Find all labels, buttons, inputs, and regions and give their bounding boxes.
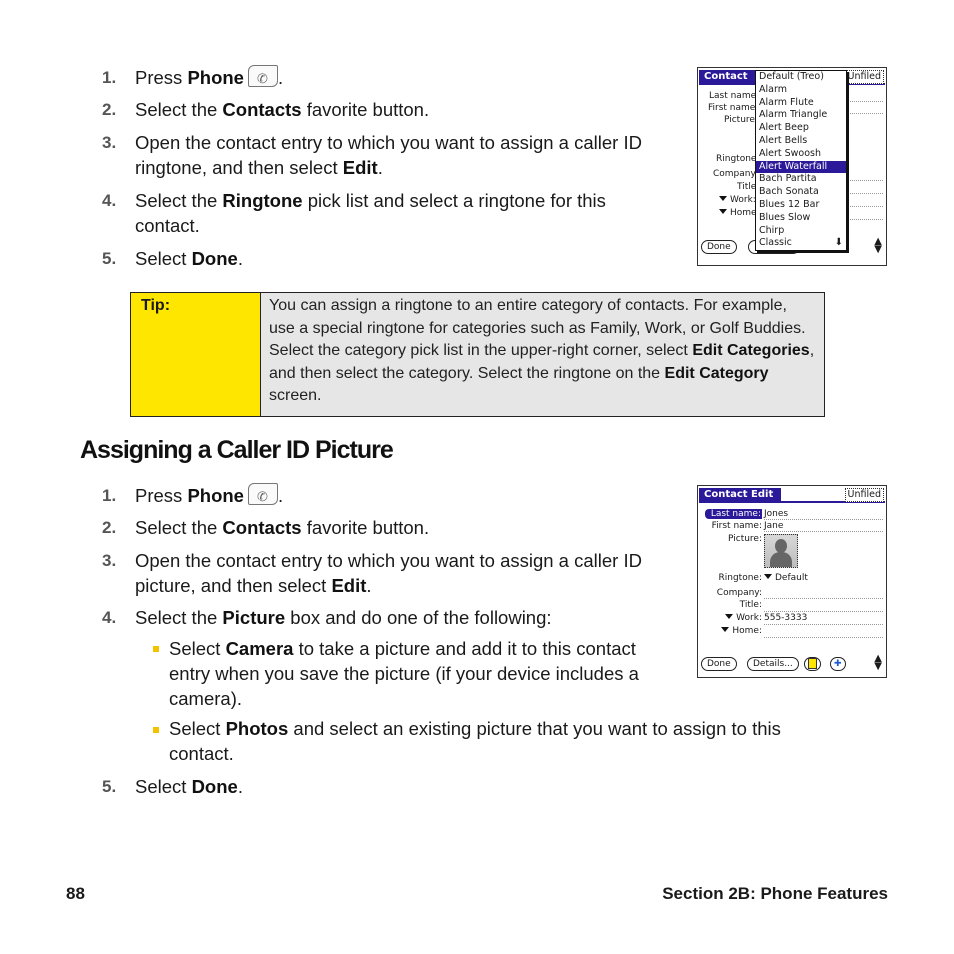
screen-title: Contact Edit [699,488,781,502]
dropdown-arrow-icon [719,209,727,214]
screen-title: Contact [699,70,757,84]
last-name-label: Last name: [704,509,762,519]
ringtone-option[interactable]: Alert Swoosh [756,148,846,161]
tip-label: Tip: [131,293,261,416]
person-silhouette-icon [775,539,787,553]
category-picker[interactable]: Unfiled [844,70,884,84]
first-name-field[interactable]: Jane [764,521,783,531]
phone-key-icon [247,483,278,509]
dropdown-arrow-icon [764,574,772,579]
scroll-arrows-icon[interactable]: ▲ ▼ [874,654,882,672]
ringtone-option[interactable]: Blues 12 Bar [756,199,846,212]
ringtone-screenshot: Contact Unfiled Last name: First name: P… [697,67,887,266]
ringtone-option[interactable]: Alarm Triangle [756,109,846,122]
done-button[interactable]: Done [701,657,737,671]
dropdown-arrow-icon [725,614,734,619]
bullet-icon [153,727,159,733]
home-field-label: Home: [719,208,760,218]
ringtone-option[interactable]: Blues Slow [756,212,846,225]
ringtone-option[interactable]: Alarm [756,84,846,97]
work-field-label[interactable]: Work: [725,613,762,623]
scroll-arrows-icon[interactable]: ▲ ▼ [874,237,882,255]
category-picker[interactable]: Unfiled [844,488,884,502]
section-footer: Section 2B: Phone Features [662,884,888,903]
done-button[interactable]: Done [701,240,737,254]
ringtone-pick-list[interactable]: Default (Treo) Alarm Alarm Flute Alarm Tria… [755,70,847,252]
ringtone-option[interactable]: Alert Waterfall [756,160,846,174]
contact-edit-screenshot: Contact Edit Unfiled Last name: Jones Fi… [697,485,887,678]
bullet-camera: Select Camera to take a picture and add … [169,638,639,709]
work-field-label: Work: [719,195,756,205]
section-heading: Assigning a Caller ID Picture [80,436,394,464]
ringtone-option[interactable]: Chirp [756,225,846,238]
ringtone-option[interactable]: Default (Treo) [756,71,846,84]
ringtone-option[interactable]: Alert Beep [756,122,846,135]
dropdown-arrow-icon [721,627,730,632]
work-field[interactable]: 555-3333 [764,613,807,623]
tip-box: Tip: You can assign a ringtone to an ent… [130,292,825,417]
plus-icon: ✚ [834,659,842,669]
dropdown-arrow-icon [719,196,727,201]
phone-key-icon [247,65,278,91]
ringtone-option[interactable]: Bach Partita [756,173,846,186]
ringtone-option[interactable]: Classic [756,237,846,250]
home-field-label[interactable]: Home: [721,626,762,636]
ringtone-option[interactable]: Alarm Flute [756,97,846,110]
picture-box[interactable] [764,534,798,568]
details-button[interactable]: Details... [747,657,799,671]
note-icon [808,658,817,669]
bullet-photos: Select Photos and select an existing pic… [169,718,781,764]
add-button[interactable]: ✚ [830,657,846,671]
tip-body: You can assign a ringtone to an entire c… [261,293,824,416]
bullet-icon [153,646,159,652]
ringtone-option[interactable]: Bach Sonata [756,186,846,199]
page-number: 88 [66,884,85,903]
scroll-down-arrow-icon[interactable]: ⬇ [835,237,843,248]
last-name-field[interactable]: Jones [764,509,788,519]
ringtone-picker[interactable]: Default [764,573,808,583]
note-button[interactable] [804,657,821,671]
ringtone-option[interactable]: Alert Bells [756,135,846,148]
